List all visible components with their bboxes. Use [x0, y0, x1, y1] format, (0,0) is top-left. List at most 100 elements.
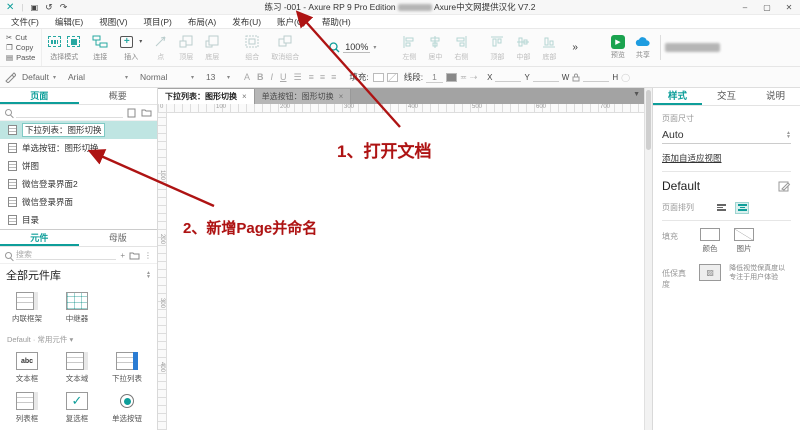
fill-color-option[interactable]: 颜色 [700, 228, 720, 254]
italic-button[interactable]: I [270, 72, 273, 83]
page-align-center-icon[interactable] [736, 203, 748, 213]
font-weight-dropdown[interactable]: Normal▾ [134, 72, 200, 82]
add-library-icon[interactable]: + [120, 251, 125, 260]
widget-list-box[interactable]: 列表框 [2, 388, 52, 428]
bold-button[interactable]: B [257, 72, 264, 83]
design-canvas[interactable]: 1、打开文档 2、新增Page并命名 [167, 113, 644, 430]
intersect-select-icon[interactable] [48, 36, 61, 47]
select-mode-group[interactable]: 选择模式 [42, 29, 86, 66]
text-align-right-icon[interactable]: ≡ [331, 72, 335, 83]
close-tab-icon[interactable]: × [339, 92, 344, 101]
account-name-blurred[interactable] [665, 43, 720, 52]
page-rename-input[interactable]: 下拉列表：图形切换 [22, 123, 105, 137]
cut-button[interactable]: ✂Cut [6, 33, 35, 42]
page-item[interactable]: 单选按钮：图形切换 [0, 139, 157, 157]
line-color-swatch[interactable] [446, 73, 457, 82]
bullet-list-icon[interactable]: ☰ [293, 72, 301, 83]
canvas-vertical-scrollbar[interactable] [644, 88, 652, 430]
paste-button[interactable]: ▤Paste [6, 53, 35, 62]
send-to-back[interactable]: 底层 [199, 29, 225, 66]
tab-outline[interactable]: 概要 [79, 88, 158, 104]
connect-group[interactable]: 连接 [86, 29, 114, 66]
library-folder-icon[interactable] [129, 251, 140, 260]
canvas-tab-active[interactable]: 下拉列表：图形切换 × [158, 89, 255, 104]
low-fidelity-image-icon[interactable]: ▨ [699, 264, 721, 281]
widget-checkbox[interactable]: ✓ 复选框 [52, 388, 102, 428]
tab-list-chevron-icon[interactable]: ▼ [633, 91, 640, 98]
align-left[interactable]: 左侧 [396, 29, 422, 66]
chevron-down-icon[interactable]: ▾ [373, 44, 376, 51]
add-folder-icon[interactable] [141, 108, 152, 117]
add-adaptive-views-link[interactable]: 添加自适应视图 [662, 152, 722, 164]
copy-button[interactable]: ❐Copy [6, 43, 35, 52]
menu-project[interactable]: 项目(P) [137, 16, 179, 28]
y-input[interactable] [533, 73, 559, 82]
widget-text-area[interactable]: 文本域 [52, 348, 102, 388]
lock-ratio-icon[interactable] [572, 73, 580, 82]
fill-pattern-swatch[interactable] [387, 73, 398, 82]
tab-widgets[interactable]: 元件 [0, 230, 79, 246]
canvas-tab[interactable]: 单选按钮：图形切换 × [255, 89, 352, 104]
menu-help[interactable]: 帮助(H) [315, 16, 358, 28]
page-item[interactable]: 饼图 [0, 157, 157, 175]
page-size-dropdown[interactable]: Auto ▲▼ [662, 127, 791, 144]
menu-account[interactable]: 账户(C) [270, 16, 313, 28]
align-center[interactable]: 居中 [422, 29, 448, 66]
page-item[interactable]: 目录 [0, 211, 157, 229]
edit-style-icon[interactable] [778, 181, 791, 192]
close-button[interactable]: ✕ [778, 3, 800, 12]
chevron-down-icon[interactable]: ▾ [139, 38, 142, 45]
contain-select-icon[interactable] [67, 36, 80, 47]
line-style-icon[interactable]: ≖ [460, 72, 467, 83]
point-tool[interactable]: 点 [148, 29, 173, 66]
maximize-button[interactable]: ▢ [756, 3, 778, 12]
tab-interactions[interactable]: 交互 [702, 88, 751, 105]
menu-arrange[interactable]: 布局(A) [181, 16, 223, 28]
pages-search-input[interactable] [16, 108, 123, 118]
w-input[interactable] [583, 73, 609, 82]
page-item-selected[interactable]: 下拉列表：图形切换 [0, 121, 157, 139]
insert-group[interactable]: + ▾ 插入 [114, 29, 148, 66]
bring-to-front[interactable]: 顶层 [173, 29, 199, 66]
scrollbar-thumb[interactable] [646, 90, 651, 150]
text-align-left-icon[interactable]: ≡ [309, 72, 313, 83]
add-page-icon[interactable] [127, 108, 137, 118]
fill-image-option[interactable]: 图片 [734, 228, 754, 254]
font-color-button[interactable]: A [244, 72, 250, 83]
ungroup-button[interactable]: 取消组合 [265, 29, 305, 66]
align-top[interactable]: 顶部 [484, 29, 510, 66]
tab-style[interactable]: 样式 [653, 88, 702, 105]
line-weight-value[interactable]: 1 [426, 72, 443, 83]
font-size-dropdown[interactable]: 13▾ [200, 72, 236, 82]
close-tab-icon[interactable]: × [242, 92, 247, 101]
widgets-search-input[interactable]: 搜索 [16, 250, 116, 260]
zoom-value[interactable]: 100% [343, 42, 370, 53]
more-options-icon[interactable]: ⋮ [144, 251, 152, 260]
x-input[interactable] [495, 73, 521, 82]
page-item[interactable]: 微信登录界面 [0, 193, 157, 211]
widget-radio-button[interactable]: 单选按钮 [102, 388, 152, 428]
font-family-dropdown[interactable]: Arial▾ [62, 72, 134, 82]
page-item[interactable]: 微信登录界面2 [0, 175, 157, 193]
toolbar-overflow-button[interactable]: » [562, 42, 588, 53]
align-bottom[interactable]: 底部 [536, 29, 562, 66]
widget-section-header[interactable]: Default · 常用元件 ▾ [0, 330, 157, 346]
widget-repeater[interactable]: 中继器 [52, 288, 102, 328]
menu-file[interactable]: 文件(F) [4, 16, 46, 28]
tab-masters[interactable]: 母版 [79, 230, 158, 246]
menu-edit[interactable]: 编辑(E) [48, 16, 90, 28]
tab-notes[interactable]: 说明 [751, 88, 800, 105]
arrow-style-icon[interactable]: ⇢ [470, 72, 477, 83]
underline-button[interactable]: U [280, 72, 287, 83]
fill-color-swatch[interactable] [373, 73, 384, 82]
menu-view[interactable]: 视图(V) [92, 16, 134, 28]
align-middle[interactable]: 中部 [510, 29, 536, 66]
minimize-button[interactable]: – [734, 3, 756, 12]
preview-button[interactable]: ▶ 预览 [606, 29, 630, 66]
tab-pages[interactable]: 页面 [0, 88, 79, 104]
widget-text-field[interactable]: abc 文本框 [2, 348, 52, 388]
page-align-left-icon[interactable] [716, 203, 728, 213]
style-preset-dropdown[interactable]: Default▾ [16, 72, 62, 82]
menu-publish[interactable]: 发布(U) [225, 16, 268, 28]
text-align-center-icon[interactable]: ≡ [320, 72, 324, 83]
